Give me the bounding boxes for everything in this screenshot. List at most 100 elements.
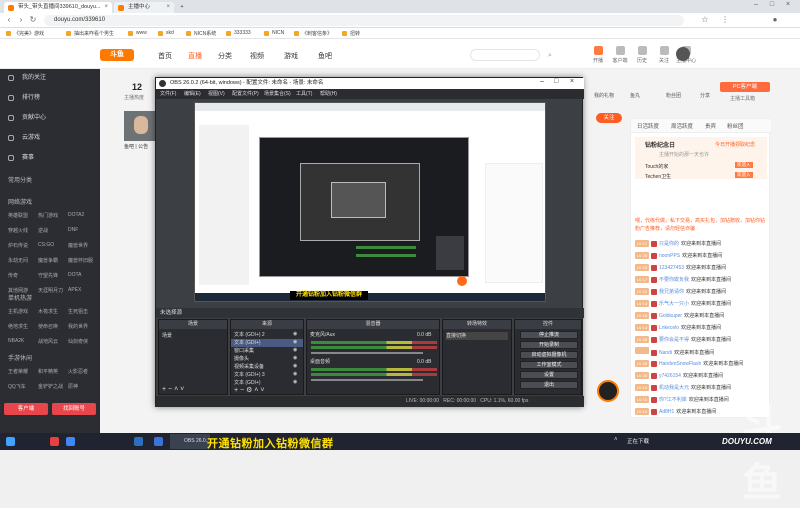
sidebar-game-link[interactable]: 仙剑奇侠 [68, 338, 88, 345]
sidebar-game-link[interactable]: 传奇 [8, 272, 18, 279]
sidebar-game-link[interactable]: 生死狙击 [68, 308, 88, 315]
chat-nickname[interactable]: noonPPS [659, 253, 680, 259]
sidebar-game-link[interactable]: 木筏求生 [38, 308, 58, 315]
maximize-icon[interactable]: □ [554, 78, 558, 85]
back-icon[interactable]: ‹ [4, 15, 14, 25]
streamer-notice[interactable]: 鱼吧 | 公告 [124, 143, 148, 150]
nav-live[interactable]: 直播 [188, 51, 202, 61]
sidebar-game-link[interactable]: 战地风云 [38, 338, 58, 345]
profile-icon[interactable]: ● [770, 15, 780, 25]
sidebar-game-link[interactable]: 绝地求生 [8, 323, 28, 330]
sidebar-item-follow[interactable]: 我的关注 [0, 72, 100, 84]
chat-nickname[interactable]: 你?江不利岸 [659, 397, 687, 403]
eye-icon[interactable]: ◉ [293, 355, 297, 361]
close-tab-icon[interactable]: × [104, 2, 108, 13]
taskbar-obs[interactable]: OBS 26.0... [170, 434, 210, 449]
avatar[interactable] [676, 47, 690, 61]
chat-nickname[interactable]: HandenSnowFlash [659, 361, 701, 367]
control-button[interactable]: 停止推流 [520, 331, 578, 339]
notice-link[interactable]: 今日开播领取纪念 [715, 141, 755, 148]
header-start-live[interactable]: 开播 [586, 46, 610, 64]
client-button[interactable]: 客户端 [4, 403, 48, 415]
add-scene-icon[interactable]: + − ˄ ˅ [162, 386, 184, 393]
bookmark-item[interactable]: www [128, 30, 147, 36]
extensions-icon[interactable]: ⋮ [720, 15, 730, 25]
sidebar-game-link[interactable]: 天涯明月刀 [38, 287, 63, 294]
sidebar-game-link[interactable]: 逆战 [38, 227, 48, 234]
stat-gift[interactable]: 我的礼物 [594, 92, 614, 99]
sidebar-item-contribution[interactable]: 贡献中心 [0, 112, 100, 124]
chat-nickname[interactable]: y7426154 [659, 373, 681, 379]
minimize-icon[interactable]: – [750, 1, 762, 8]
new-tab-button[interactable]: + [176, 2, 188, 13]
tab-fans[interactable]: 粉丝团 [727, 122, 744, 130]
eye-icon[interactable]: ◉ [293, 379, 297, 385]
control-button[interactable]: 启动虚拟摄像机 [520, 351, 578, 359]
header-follow[interactable]: 关注 [652, 46, 676, 64]
menu-tools[interactable]: 工具(T) [296, 89, 312, 99]
sidebar-game-link[interactable]: 热门游戏 [38, 212, 58, 219]
nav-video[interactable]: 视频 [250, 51, 264, 61]
sidebar-game-link[interactable]: 王者荣耀 [8, 368, 28, 375]
chat-nickname[interactable]: 乐气大一只小 [659, 301, 689, 307]
pc-client-button[interactable]: PC客户端 [720, 82, 770, 92]
control-button[interactable]: 退出 [520, 381, 578, 389]
chat-nickname[interactable]: Lnkecelo [659, 325, 679, 331]
sidebar-game-link[interactable]: APEX [68, 287, 81, 293]
stat-share[interactable]: 分享 [700, 92, 710, 99]
bookmark-item[interactable]: 抽出来咋看个男生 [66, 30, 114, 37]
chat-nickname[interactable]: 要你会是不得 [659, 337, 689, 343]
forward-icon[interactable]: › [16, 15, 26, 25]
sidebar-game-link[interactable]: 使命召唤 [38, 323, 58, 330]
maximize-icon[interactable]: □ [766, 1, 778, 8]
rank-tag[interactable]: 欢迎入 [735, 162, 753, 168]
search-input[interactable] [470, 49, 540, 61]
chat-nickname[interactable]: 123427453 [659, 265, 684, 271]
close-window-icon[interactable]: × [782, 1, 794, 8]
app-icon[interactable] [134, 437, 143, 446]
stat-fishball[interactable]: 鱼丸 [630, 92, 640, 99]
sidebar-game-link[interactable]: 魔兽世界 [68, 242, 88, 249]
bookmark-item[interactable]: 《刺客信条》 [294, 30, 332, 37]
sidebar-item-cloud-game[interactable]: 云游戏 [0, 132, 100, 144]
reload-icon[interactable]: ↻ [28, 15, 38, 25]
sidebar-game-link[interactable]: QQ飞车 [8, 383, 26, 390]
chat-nickname[interactable]: 只是你的 [659, 241, 679, 247]
sidebar-game-link[interactable]: DOTA2 [68, 212, 84, 218]
toolbox-link[interactable]: 主播工具箱 [730, 95, 755, 102]
sidebar-game-link[interactable]: 英雄联盟 [8, 212, 28, 219]
menu-profile[interactable]: 配置文件(P) [232, 89, 259, 99]
sidebar-game-link[interactable]: 火影忍者 [68, 368, 88, 375]
chat-nickname[interactable]: Goldsuper [659, 313, 682, 319]
chat-nickname[interactable]: Ad8H1 [659, 409, 674, 415]
sidebar-game-link[interactable]: DNF [68, 227, 78, 233]
chat-nickname[interactable]: 不要你欺负我 [659, 277, 689, 283]
tray-chevron-icon[interactable]: ˄ [614, 437, 618, 443]
nav-games[interactable]: 游戏 [284, 51, 298, 61]
menu-file[interactable]: 文件(F) [160, 89, 176, 99]
sidebar-game-link[interactable]: 金铲铲之战 [38, 383, 63, 390]
chrome-icon[interactable] [66, 437, 75, 446]
sidebar-game-link[interactable]: 和平精英 [38, 368, 58, 375]
bookmark-item[interactable]: NICN [264, 30, 284, 36]
url-input[interactable]: douyu.com/339610 [44, 15, 684, 26]
tab-daily[interactable]: 日活跃度 [637, 122, 659, 130]
source-item[interactable]: 摄像头 [234, 355, 249, 363]
bookmark-item[interactable]: skd [158, 30, 174, 36]
eye-icon[interactable]: ◉ [293, 347, 297, 353]
chat-nickname[interactable]: Nandi [659, 350, 672, 356]
browser-tab-douyu[interactable]: 带头_带头直播间339610_douyu... × [4, 2, 112, 13]
nav-home[interactable]: 首页 [158, 51, 172, 61]
transition-select[interactable]: 直接切换 [446, 332, 508, 340]
fish-mascot-icon[interactable] [597, 380, 619, 402]
minimize-icon[interactable]: – [540, 78, 544, 85]
source-item[interactable]: 视频采集设备 [234, 363, 264, 371]
bookmark-item[interactable]: 333333 [226, 30, 251, 36]
tab-vip[interactable]: 贵宾 [705, 122, 716, 130]
header-client[interactable]: 客户端 [608, 46, 632, 64]
menu-scene-collection[interactable]: 场景集合(S) [264, 89, 291, 99]
nav-yuba[interactable]: 鱼吧 [318, 51, 332, 61]
app-icon[interactable] [50, 437, 59, 446]
eye-icon[interactable]: ◉ [293, 339, 297, 345]
sidebar-game-link[interactable]: 我的世界 [68, 323, 88, 330]
